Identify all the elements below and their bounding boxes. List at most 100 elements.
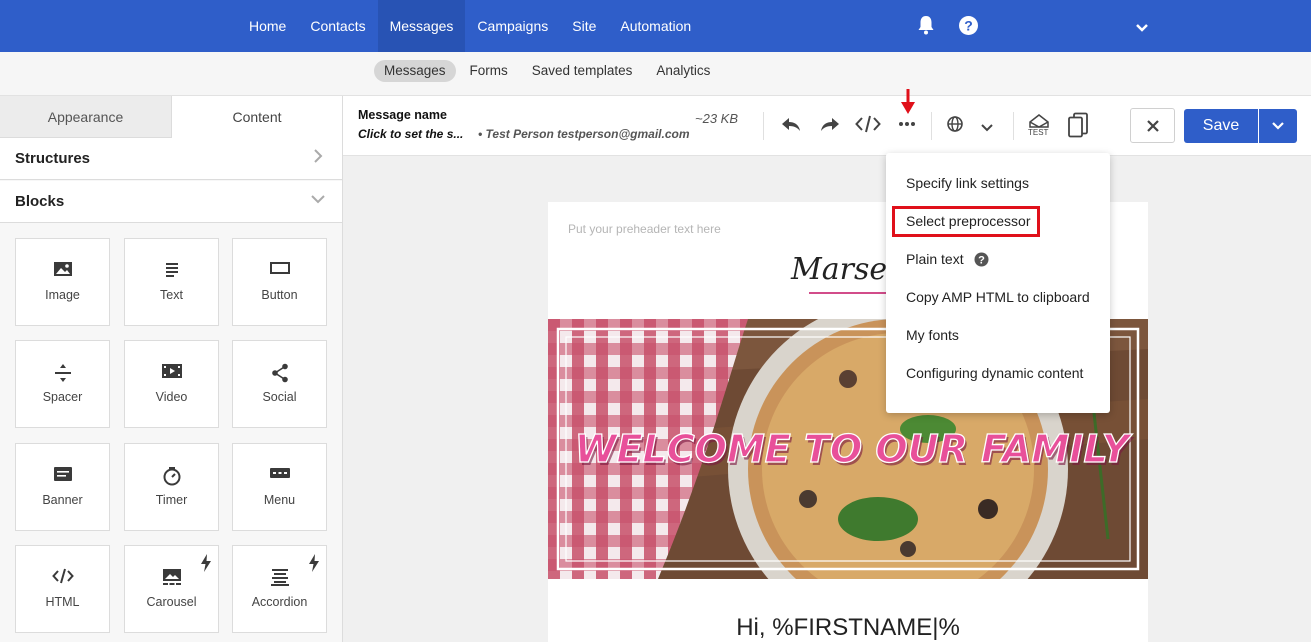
highlight-box-annotation <box>892 206 1040 237</box>
text-icon <box>164 261 180 281</box>
block-menu[interactable]: Menu <box>232 443 327 531</box>
test-label: TEST <box>1028 128 1049 137</box>
carousel-icon <box>162 568 182 588</box>
message-subject[interactable]: Click to set the s... <box>358 127 463 141</box>
nav-home[interactable]: Home <box>237 0 298 52</box>
test-send-icon[interactable]: TEST <box>1027 112 1051 143</box>
language-chevron-down-icon[interactable] <box>980 120 994 138</box>
message-size: ~23 KB <box>695 111 739 126</box>
timer-icon <box>162 466 182 486</box>
sub-navigation-bar: Messages Forms Saved templates Analytics <box>0 52 1311 96</box>
block-social[interactable]: Social <box>232 340 327 428</box>
block-label: Timer <box>155 493 188 507</box>
block-label: Social <box>262 390 297 404</box>
chevron-right-icon <box>310 148 326 164</box>
more-options-menu: Specify link settings Select preprocesso… <box>886 153 1110 413</box>
red-arrow-annotation <box>900 89 916 120</box>
block-label: Button <box>261 288 298 302</box>
hero-headline: WELCOME TO OUR FAMILY <box>575 427 1133 471</box>
menu-item-configuring-dynamic-content[interactable]: Configuring dynamic content <box>906 365 1083 381</box>
greeting-text[interactable]: Hi, %FIRSTNAME|% <box>548 614 1148 642</box>
block-label: HTML <box>45 595 80 609</box>
blocks-grid: Image Text Button Spacer Video Social Ba… <box>0 223 342 642</box>
block-video[interactable]: Video <box>124 340 219 428</box>
image-icon <box>53 261 73 281</box>
banner-icon <box>53 466 73 486</box>
editor-left-panel: Appearance Content Structures Blocks Ima… <box>0 96 343 642</box>
svg-text:?: ? <box>964 18 973 34</box>
menu-item-copy-amp-html[interactable]: Copy AMP HTML to clipboard <box>906 289 1090 305</box>
button-icon <box>269 261 291 281</box>
nav-site[interactable]: Site <box>560 0 608 52</box>
save-button[interactable]: Save <box>1184 109 1258 143</box>
menu-item-plain-text[interactable]: Plain text ? <box>906 251 989 270</box>
preheader-text[interactable]: Put your preheader text here <box>568 222 721 236</box>
subnav-forms[interactable]: Forms <box>460 60 518 82</box>
block-text[interactable]: Text <box>124 238 219 326</box>
share-icon <box>271 363 289 383</box>
logo-underline <box>809 292 893 294</box>
globe-icon[interactable] <box>946 114 964 139</box>
block-label: Menu <box>263 493 296 507</box>
block-carousel[interactable]: Carousel <box>124 545 219 633</box>
nav-contacts[interactable]: Contacts <box>298 0 377 52</box>
block-label: Banner <box>42 493 83 507</box>
block-label: Carousel <box>146 595 197 609</box>
help-icon[interactable]: ? <box>974 252 989 270</box>
menu-item-my-fonts[interactable]: My fonts <box>906 327 959 343</box>
close-editor-button[interactable] <box>1130 108 1175 143</box>
structures-section[interactable]: Structures <box>0 138 342 180</box>
accordion-icon <box>270 568 290 588</box>
block-image[interactable]: Image <box>15 238 110 326</box>
block-timer[interactable]: Timer <box>124 443 219 531</box>
tab-appearance[interactable]: Appearance <box>0 96 171 138</box>
block-banner[interactable]: Banner <box>15 443 110 531</box>
bell-icon[interactable] <box>917 15 935 40</box>
panel-tabs: Appearance Content <box>0 96 342 138</box>
undo-icon[interactable] <box>780 114 802 139</box>
structures-title: Structures <box>15 150 91 167</box>
nav-messages[interactable]: Messages <box>377 0 466 52</box>
spacer-icon <box>54 363 72 383</box>
menu-item-specify-link-settings[interactable]: Specify link settings <box>906 175 1029 191</box>
blocks-title: Blocks <box>15 193 65 210</box>
svg-text:?: ? <box>979 255 986 267</box>
editor-toolbar: Message name Click to set the s... • Tes… <box>343 96 1311 156</box>
block-label: Text <box>160 288 183 302</box>
main-nav: Home Contacts Messages Campaigns Site Au… <box>237 0 703 52</box>
code-icon <box>51 568 74 588</box>
nav-campaigns[interactable]: Campaigns <box>465 0 560 52</box>
device-preview-icon[interactable] <box>1067 112 1089 143</box>
top-navigation-bar: Home Contacts Messages Campaigns Site Au… <box>0 0 1311 52</box>
menu-icon <box>269 466 291 486</box>
nav-automation[interactable]: Automation <box>608 0 703 52</box>
subnav-messages[interactable]: Messages <box>374 60 456 82</box>
block-spacer[interactable]: Spacer <box>15 340 110 428</box>
block-label: Spacer <box>42 390 83 404</box>
help-icon[interactable]: ? <box>959 16 978 40</box>
blocks-section[interactable]: Blocks <box>0 181 342 223</box>
toolbar-divider <box>931 112 932 140</box>
block-label: Video <box>155 390 188 404</box>
video-icon <box>161 363 183 383</box>
plain-text-label: Plain text <box>906 251 964 267</box>
chevron-down-icon <box>310 191 326 207</box>
tab-content[interactable]: Content <box>171 96 342 138</box>
block-html[interactable]: HTML <box>15 545 110 633</box>
block-label: Accordion <box>251 595 308 609</box>
block-button[interactable]: Button <box>232 238 327 326</box>
block-accordion[interactable]: Accordion <box>232 545 327 633</box>
account-chevron-down-icon[interactable] <box>1135 20 1149 38</box>
message-sender[interactable]: • Test Person testperson@gmail.com <box>478 127 690 141</box>
subnav-analytics[interactable]: Analytics <box>646 60 720 82</box>
code-icon[interactable] <box>855 114 881 139</box>
editor-canvas: Put your preheader text here Marseil WEL… <box>343 156 1311 642</box>
message-name-label[interactable]: Message name <box>358 108 447 122</box>
toolbar-divider <box>1013 112 1014 140</box>
close-icon <box>1147 120 1159 132</box>
chevron-down-icon <box>1272 122 1284 130</box>
redo-icon[interactable] <box>819 114 841 139</box>
save-options-button[interactable] <box>1259 109 1297 143</box>
sub-nav: Messages Forms Saved templates Analytics <box>374 60 720 82</box>
subnav-saved-templates[interactable]: Saved templates <box>522 60 643 82</box>
